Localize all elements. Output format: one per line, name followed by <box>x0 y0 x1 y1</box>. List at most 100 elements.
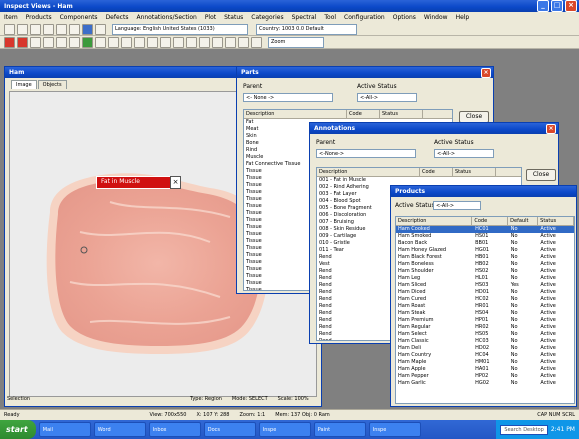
copy-icon[interactable] <box>56 23 67 35</box>
menu-item-categories[interactable]: Categories <box>251 14 283 21</box>
annotation-tag[interactable]: Fat in Muscle <box>96 176 176 189</box>
menu-item-options[interactable]: Options <box>393 14 416 21</box>
draw-icon[interactable] <box>82 36 93 48</box>
minimize-icon[interactable]: _ <box>537 0 549 12</box>
annotations-col-code[interactable]: Code <box>420 168 453 176</box>
fill-icon[interactable] <box>160 36 171 48</box>
close-icon[interactable]: × <box>565 0 577 12</box>
products-row[interactable]: Ham Classic HC03 No Active <box>396 338 574 345</box>
products-row[interactable]: Ham Maple HM01 No Active <box>396 359 574 366</box>
fit-icon[interactable] <box>225 36 236 48</box>
products-row[interactable]: Ham Steak HS04 No Active <box>396 310 574 317</box>
pointer-icon[interactable] <box>69 36 80 48</box>
menu-item-status[interactable]: Status <box>224 14 243 21</box>
tab-objects[interactable]: Objects <box>37 80 67 89</box>
language-select[interactable]: Language: English United States (1033) <box>112 23 248 35</box>
layers-icon[interactable] <box>251 36 262 48</box>
menu-item-tool[interactable]: Tool <box>324 14 336 21</box>
start-button[interactable]: start <box>0 420 36 439</box>
products-row[interactable]: Ham Diced HD01 No Active <box>396 289 574 296</box>
annotations-close-icon[interactable]: × <box>546 123 556 134</box>
taskbar-task[interactable]: Inspe <box>258 422 311 437</box>
products-row[interactable]: Ham Black Forest HB01 No Active <box>396 254 574 261</box>
products-col-status[interactable]: Status <box>538 217 574 225</box>
products-row[interactable]: Ham Select HS05 No Active <box>396 331 574 338</box>
menu-item-spectral[interactable]: Spectral <box>292 14 317 21</box>
tab-image[interactable]: Image <box>11 80 37 89</box>
menu-item-window[interactable]: Window <box>424 14 448 21</box>
products-row[interactable]: Bacon Back BB01 No Active <box>396 240 574 247</box>
maximize-icon[interactable]: □ <box>551 0 563 12</box>
parts-col-status[interactable]: Status <box>380 110 423 118</box>
products-row[interactable]: Ham Apple HA01 No Active <box>396 366 574 373</box>
products-row[interactable]: Ham Garlic HG02 No Active <box>396 380 574 387</box>
parts-col-description[interactable]: Description <box>244 110 347 118</box>
menu-item-products[interactable]: Products <box>26 14 52 21</box>
products-row[interactable]: Ham Country HC04 No Active <box>396 352 574 359</box>
products-row[interactable]: Ham Boneless HB02 No Active <box>396 261 574 268</box>
table-icon[interactable] <box>95 23 106 35</box>
menu-item-defects[interactable]: Defects <box>106 14 129 21</box>
annotations-row[interactable]: 001 - Fat in Muscle <box>317 177 521 184</box>
pencil-icon[interactable] <box>95 36 106 48</box>
taskbar-task[interactable]: Word <box>93 422 146 437</box>
annotations-status-select[interactable]: <-All-> <box>434 149 494 158</box>
erase-icon[interactable] <box>186 36 197 48</box>
desktop-search-input[interactable]: Search Desktop <box>500 424 548 435</box>
parts-col-code[interactable]: Code <box>347 110 380 118</box>
annotations-col-status[interactable]: Status <box>453 168 496 176</box>
products-row[interactable]: Ham Smoked HS01 No Active <box>396 233 574 240</box>
menu-item-help[interactable]: Help <box>456 14 470 21</box>
rect-icon[interactable] <box>121 36 132 48</box>
back-icon[interactable] <box>30 36 41 48</box>
products-row[interactable]: Ham Cured HC02 No Active <box>396 296 574 303</box>
annotations-close-button[interactable]: Close <box>526 169 556 181</box>
menu-item-plot[interactable]: Plot <box>205 14 216 21</box>
record-icon[interactable] <box>17 36 28 48</box>
menu-item-configuration[interactable]: Configuration <box>344 14 385 21</box>
home-icon[interactable] <box>56 36 67 48</box>
menu-item-item[interactable]: Item <box>4 14 18 21</box>
text-icon[interactable] <box>173 36 184 48</box>
annotations-parent-select[interactable]: <-None-> <box>316 149 416 158</box>
polygon-icon[interactable] <box>147 36 158 48</box>
parts-status-select[interactable]: <-All-> <box>357 93 417 102</box>
taskbar-task[interactable]: Inspe <box>368 422 421 437</box>
zoom-in-icon[interactable] <box>199 36 210 48</box>
parts-close-icon[interactable]: × <box>481 67 491 78</box>
products-row[interactable]: Ham Leg HL01 No Active <box>396 275 574 282</box>
products-col-default[interactable]: Default <box>508 217 539 225</box>
products-row[interactable]: Ham Regular HR02 No Active <box>396 324 574 331</box>
new-icon[interactable] <box>4 23 15 35</box>
products-row[interactable]: Ham Shoulder HS02 No Active <box>396 268 574 275</box>
products-row[interactable]: Ham Sliced HS03 Yes Active <box>396 282 574 289</box>
stop-icon[interactable] <box>4 36 15 48</box>
menu-item-components[interactable]: Components <box>60 14 98 21</box>
forward-icon[interactable] <box>43 36 54 48</box>
print-icon[interactable] <box>43 23 54 35</box>
products-row[interactable]: Ham Pepper HP02 No Active <box>396 373 574 380</box>
annotation-tag-close-icon[interactable]: × <box>170 176 181 189</box>
country-select[interactable]: Country: 1003 0.0 Default <box>256 23 357 35</box>
products-row[interactable]: Ham Roast HR01 No Active <box>396 303 574 310</box>
paste-icon[interactable] <box>69 23 80 35</box>
taskbar-task[interactable]: Mail <box>38 422 91 437</box>
products-row[interactable]: Ham Honey Glazed HG01 No Active <box>396 247 574 254</box>
products-col-code[interactable]: Code <box>472 217 509 225</box>
products-row[interactable]: Ham Deli HD02 No Active <box>396 345 574 352</box>
grid-icon[interactable] <box>82 23 93 35</box>
annotations-col-description[interactable]: Description <box>317 168 420 176</box>
products-status-select[interactable]: <-All-> <box>433 201 481 210</box>
products-row[interactable]: Ham Premium HP01 No Active <box>396 317 574 324</box>
zoom-out-icon[interactable] <box>212 36 223 48</box>
taskbar-task[interactable]: Inbox <box>148 422 201 437</box>
products-row[interactable]: Ham Cooked HC01 No Active <box>396 226 574 233</box>
menu-item-annotations-section[interactable]: Annotations/Section <box>136 14 196 21</box>
save-icon[interactable] <box>30 23 41 35</box>
open-icon[interactable] <box>17 23 28 35</box>
ellipse-icon[interactable] <box>134 36 145 48</box>
measure-icon[interactable] <box>238 36 249 48</box>
parts-parent-select[interactable]: <- None -> <box>243 93 333 102</box>
zoom-select[interactable]: Zoom <box>268 36 324 48</box>
products-col-description[interactable]: Description <box>396 217 473 225</box>
